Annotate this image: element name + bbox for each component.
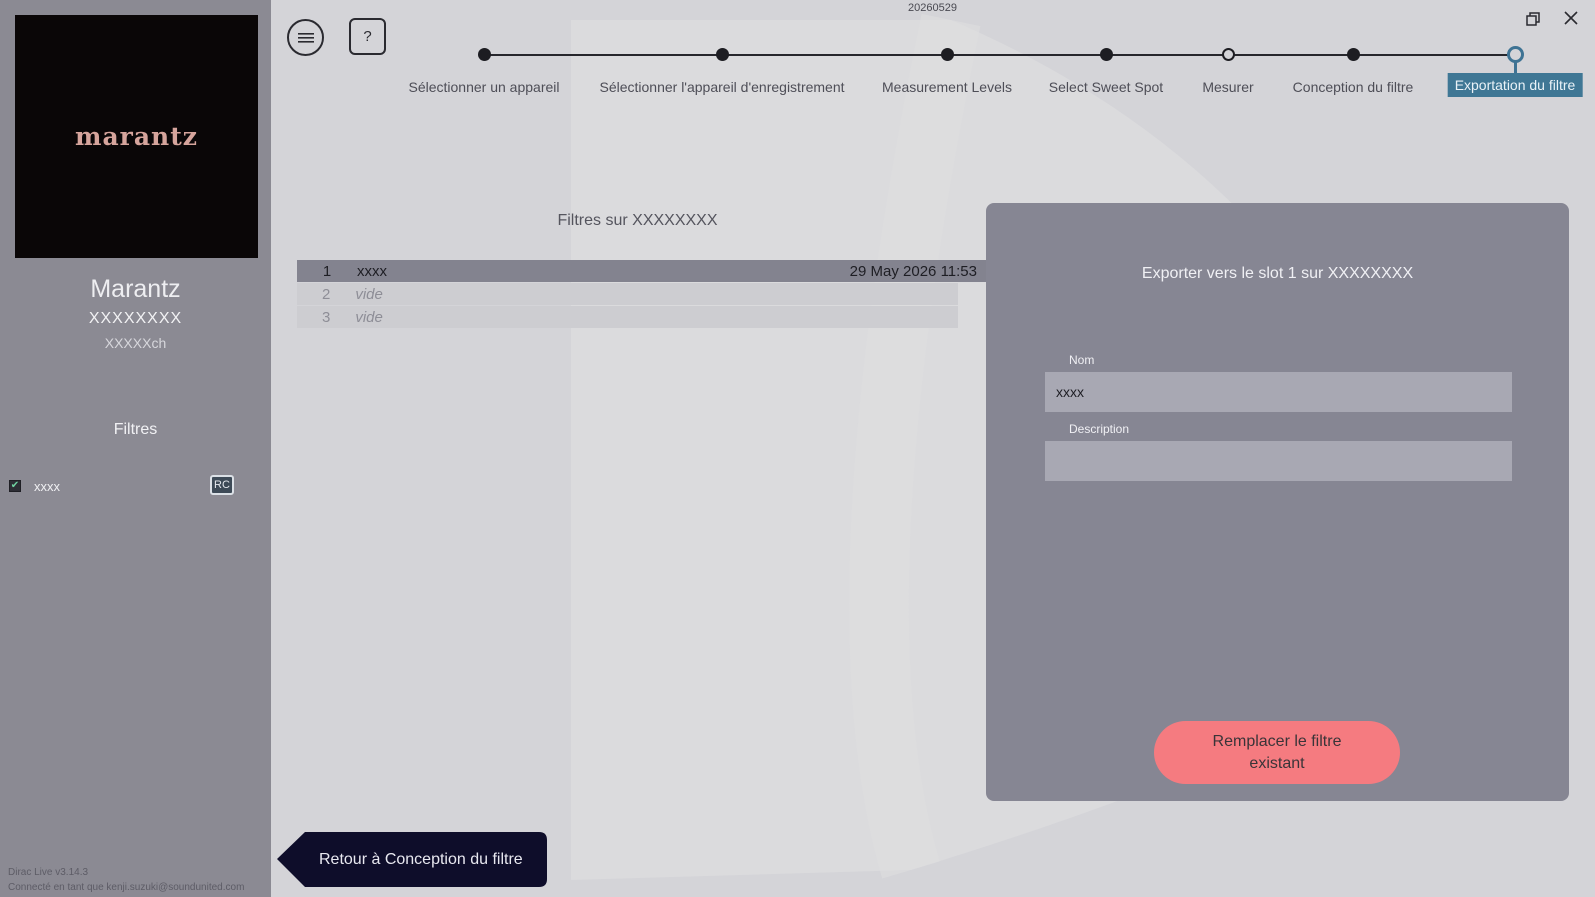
slot-date: 29 May 2026 11:53 [849, 262, 977, 280]
step-dot [716, 48, 729, 61]
slot-name: vide [355, 285, 383, 303]
back-button-label: Retour à Conception du filtre [319, 851, 523, 868]
hamburger-icon [297, 32, 314, 43]
description-label: Description [1069, 422, 1130, 436]
export-panel: Exporter vers le slot 1 sur XXXXXXXX Nom… [986, 203, 1569, 801]
step-dot [1222, 48, 1235, 61]
step-label: Sélectionner un appareil [408, 79, 560, 95]
filter-checkbox[interactable]: ✔ [9, 480, 21, 492]
brand-logo-text: marantz [75, 122, 198, 151]
name-input[interactable] [1045, 372, 1512, 412]
description-input[interactable] [1045, 441, 1512, 481]
slots-title: Filtres sur XXXXXXXX [557, 212, 718, 229]
step-dot [1100, 48, 1113, 61]
step-dot [941, 48, 954, 61]
device-model: XXXXXXXX [88, 310, 183, 327]
slot-row-3[interactable]: 3 vide [297, 306, 958, 328]
step-label: Mesurer [1202, 79, 1254, 95]
window-restore-icon[interactable] [1525, 11, 1541, 27]
help-button[interactable]: ? [349, 18, 386, 55]
step-label: Conception du filtre [1292, 79, 1414, 95]
sidebar: marantz Marantz XXXXXXXX XXXXXch Filtres… [0, 0, 271, 897]
slot-row-2[interactable]: 2 vide [297, 283, 958, 305]
device-channels: XXXXXch [104, 335, 167, 351]
user-line: Connecté en tant que kenji.suzuki@soundu… [8, 882, 245, 893]
rc-badge: RC [210, 475, 234, 495]
brand-logo: marantz [15, 15, 258, 258]
replace-filter-button[interactable]: Remplacer le filtre existant [1154, 721, 1400, 784]
name-label: Nom [1069, 353, 1095, 367]
slot-name: vide [355, 308, 383, 326]
step-dot-active [1507, 46, 1524, 63]
slot-row-1[interactable]: 1 xxxx 29 May 2026 11:53 [297, 260, 987, 282]
window-close-icon[interactable] [1563, 10, 1579, 26]
filters-heading: Filtres [113, 421, 158, 438]
step-dot [1347, 48, 1360, 61]
step-label: Sélectionner l'appareil d'enregistrement [599, 79, 845, 95]
menu-button[interactable] [287, 19, 324, 56]
sidebar-filter-item[interactable]: ✔ xxxx RC [9, 475, 239, 497]
step-label: Measurement Levels [882, 79, 1012, 95]
back-to-filter-design-button[interactable]: Retour à Conception du filtre [277, 832, 547, 887]
step-dot [478, 48, 491, 61]
stepper-track [484, 54, 1516, 56]
device-brand: Marantz [90, 275, 181, 303]
version-line: Dirac Live v3.14.3 [8, 867, 89, 878]
export-title: Exporter vers le slot 1 sur XXXXXXXX [1141, 265, 1414, 282]
filter-name: xxxx [34, 478, 60, 494]
build-date: 20260529 [908, 2, 957, 14]
slot-name: xxxx [357, 262, 387, 280]
slot-number: 1 [322, 262, 332, 280]
slot-number: 2 [321, 285, 331, 303]
step-label: Select Sweet Spot [1048, 79, 1164, 95]
slot-number: 3 [321, 308, 331, 326]
version-info: Dirac Live v3.14.3 Connecté en tant que … [8, 865, 244, 895]
step-label-active: Exportation du filtre [1447, 73, 1583, 97]
